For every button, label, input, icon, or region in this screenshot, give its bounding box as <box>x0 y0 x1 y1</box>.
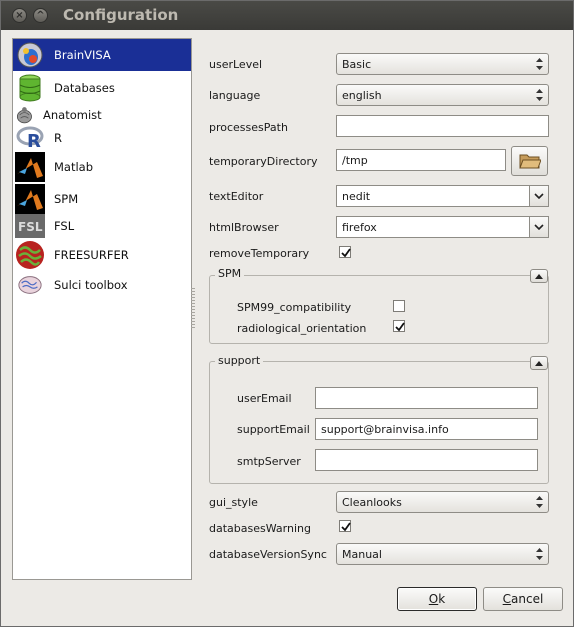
sidebar-list: BrainVISA Databases Anatomist R R Matlab… <box>12 38 192 580</box>
support-collapse-button[interactable] <box>530 356 548 370</box>
collapse-up-icon <box>535 361 543 366</box>
htmlbrowser-dropdown-button[interactable] <box>529 217 548 237</box>
spm99-compatibility-checkbox[interactable] <box>393 300 405 312</box>
fsl-icon: FSL <box>15 214 45 238</box>
language-select[interactable]: english <box>336 84 549 106</box>
spm-group-title: SPM <box>215 267 245 280</box>
anatomist-icon <box>16 107 32 124</box>
sidebar-item-label: SPM <box>54 192 79 206</box>
sidebar-item-spm[interactable]: SPM <box>13 183 191 215</box>
minimize-icon: ^ <box>36 10 45 21</box>
smtpserver-label: smtpServer <box>237 455 301 468</box>
close-icon: × <box>15 10 24 21</box>
matlab-icon <box>15 152 45 182</box>
sidebar-item-label: Anatomist <box>43 108 102 122</box>
databaseversionsync-value: Manual <box>342 548 382 561</box>
ok-label-rest: k <box>438 592 446 606</box>
checkmark-icon <box>341 248 351 258</box>
cancel-button[interactable]: Cancel <box>483 587 563 611</box>
chevron-down-icon <box>534 224 544 230</box>
supportemail-label: supportEmail <box>237 423 310 436</box>
sidebar-item-freesurfer[interactable]: FREESURFER <box>13 239 191 271</box>
processespath-label: processesPath <box>209 121 288 134</box>
close-button[interactable]: × <box>12 8 27 23</box>
database-icon <box>19 74 41 102</box>
checkmark-icon <box>395 322 405 332</box>
sidebar-item-label: FSL <box>54 219 75 233</box>
removetemporary-checkbox[interactable] <box>339 246 351 258</box>
smtpserver-input[interactable] <box>315 449 538 471</box>
gui-style-label: gui_style <box>209 496 258 509</box>
processespath-input[interactable] <box>336 115 549 137</box>
texteditor-combo[interactable]: nedit <box>336 185 549 207</box>
removetemporary-label: removeTemporary <box>209 247 310 260</box>
configuration-window: × ^ Configuration BrainVISA Databases An… <box>0 0 574 627</box>
brainvisa-icon <box>17 42 43 68</box>
sidebar-item-label: Matlab <box>54 160 94 174</box>
sidebar-item-fsl[interactable]: FSL FSL <box>13 213 191 239</box>
useremail-label: userEmail <box>237 392 292 405</box>
temporarydirectory-input[interactable]: /tmp <box>336 149 506 171</box>
radiological-orientation-checkbox[interactable] <box>393 320 405 332</box>
updown-icon <box>536 58 543 70</box>
splitter-handle[interactable] <box>191 288 195 328</box>
updown-icon <box>536 89 543 101</box>
svg-text:R: R <box>27 131 41 151</box>
databaseswarning-label: databasesWarning <box>209 522 311 535</box>
cancel-mnemonic: C <box>502 592 512 606</box>
collapse-up-icon <box>535 274 543 279</box>
minimize-button[interactable]: ^ <box>33 8 48 23</box>
sidebar-item-label: Sulci toolbox <box>54 278 128 292</box>
sidebar-item-r[interactable]: R R <box>13 125 191 151</box>
htmlbrowser-value: firefox <box>342 221 377 234</box>
texteditor-label: textEditor <box>209 190 264 203</box>
title-bar: × ^ Configuration <box>1 1 573 30</box>
freesurfer-icon <box>16 241 44 269</box>
window-title: Configuration <box>63 6 179 24</box>
spm99-compatibility-label: SPM99_compatibility <box>237 301 352 314</box>
supportemail-input[interactable]: support@brainvisa.info <box>315 418 538 440</box>
support-group-title: support <box>215 354 264 367</box>
ok-mnemonic: O <box>428 592 439 606</box>
sidebar-item-sulci-toolbox[interactable]: Sulci toolbox <box>13 271 191 299</box>
databaseversionsync-select[interactable]: Manual <box>336 543 549 565</box>
userlevel-select[interactable]: Basic <box>336 53 549 75</box>
sidebar-item-matlab[interactable]: Matlab <box>13 151 191 183</box>
cancel-label-rest: ancel <box>511 592 544 606</box>
htmlbrowser-label: htmlBrowser <box>209 221 279 234</box>
spm-collapse-button[interactable] <box>530 269 548 283</box>
r-icon: R <box>16 126 44 151</box>
updown-icon <box>536 496 543 508</box>
language-label: language <box>209 89 261 102</box>
htmlbrowser-combo[interactable]: firefox <box>336 216 549 238</box>
gui-style-value: Cleanlooks <box>342 496 402 509</box>
texteditor-dropdown-button[interactable] <box>529 186 548 206</box>
sidebar-item-brainvisa[interactable]: BrainVISA <box>13 39 191 71</box>
useremail-input[interactable] <box>315 387 538 409</box>
ok-button[interactable]: Ok <box>397 587 477 611</box>
gui-style-select[interactable]: Cleanlooks <box>336 491 549 513</box>
sulci-icon <box>18 276 42 294</box>
sidebar-item-label: BrainVISA <box>54 48 111 62</box>
radiological-orientation-label: radiological_orientation <box>237 322 367 335</box>
chevron-down-icon <box>534 193 544 199</box>
databaseversionsync-label: databaseVersionSync <box>209 548 327 561</box>
userlevel-value: Basic <box>342 58 372 71</box>
browse-directory-button[interactable] <box>511 146 548 176</box>
userlevel-label: userLevel <box>209 58 263 71</box>
sidebar-item-label: Databases <box>54 81 115 95</box>
language-value: english <box>342 89 382 102</box>
updown-icon <box>536 548 543 560</box>
sidebar-item-label: FREESURFER <box>54 248 129 262</box>
sidebar-item-anatomist[interactable]: Anatomist <box>13 103 191 127</box>
svg-text:FSL: FSL <box>18 220 43 234</box>
sidebar-item-label: R <box>54 131 62 145</box>
sidebar-item-databases[interactable]: Databases <box>13 73 191 103</box>
folder-icon <box>519 154 541 169</box>
spm-icon <box>15 184 45 214</box>
checkmark-icon <box>341 522 351 532</box>
texteditor-value: nedit <box>342 190 371 203</box>
databaseswarning-checkbox[interactable] <box>339 520 351 532</box>
temporarydirectory-label: temporaryDirectory <box>209 155 318 168</box>
